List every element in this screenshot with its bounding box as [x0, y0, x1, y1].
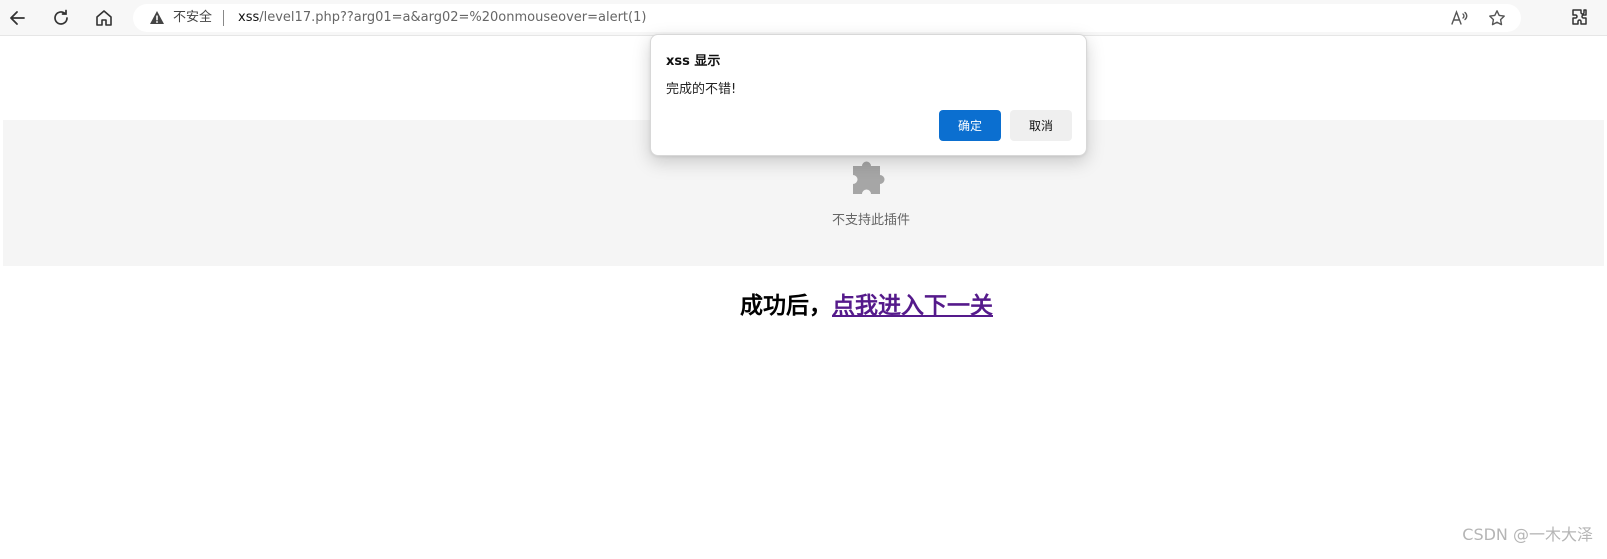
back-button[interactable] — [4, 4, 32, 32]
read-aloud-icon[interactable] — [1450, 9, 1468, 27]
dialog-title: xss 显示 — [666, 54, 721, 69]
refresh-button[interactable] — [47, 4, 75, 32]
success-message: 成功后，点我进入下一关 — [740, 290, 993, 322]
next-level-link[interactable]: 点我进入下一关 — [832, 293, 993, 319]
home-button[interactable] — [90, 4, 118, 32]
url-text[interactable]: xss/level17.php??arg01=a&arg02=%20onmous… — [238, 10, 646, 26]
success-prefix: 成功后， — [740, 293, 832, 319]
home-icon — [96, 10, 112, 26]
browser-toolbar: 不安全 xss/level17.php??arg01=a&arg02=%20on… — [0, 0, 1607, 36]
back-icon — [10, 11, 25, 25]
favorite-star-icon[interactable] — [1488, 9, 1506, 27]
warning-icon[interactable] — [149, 10, 165, 26]
dialog-message: 完成的不错! — [666, 82, 737, 97]
security-status-label[interactable]: 不安全 — [173, 10, 212, 26]
ok-button[interactable]: 确定 — [939, 110, 1001, 141]
csdn-watermark: CSDN @一木大泽 — [1462, 525, 1593, 544]
puzzle-icon — [853, 161, 885, 194]
url-host: xss — [238, 10, 260, 25]
alert-dialog: xss 显示 完成的不错! 确定 取消 — [650, 34, 1087, 156]
url-path: /level17.php??arg01=a&arg02=%20onmouseov… — [259, 10, 647, 25]
cancel-button[interactable]: 取消 — [1010, 110, 1072, 141]
url-separator — [223, 10, 224, 26]
extensions-icon[interactable] — [1570, 8, 1590, 28]
refresh-icon — [54, 9, 68, 25]
address-bar[interactable]: 不安全 xss/level17.php??arg01=a&arg02=%20on… — [133, 4, 1521, 32]
plugin-unsupported-message: 不支持此插件 — [831, 213, 910, 228]
